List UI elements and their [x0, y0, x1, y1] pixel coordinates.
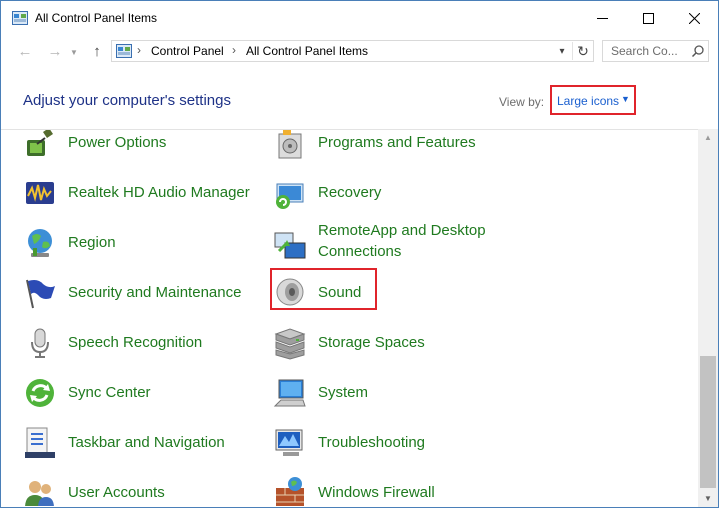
window-title: All Control Panel Items: [35, 11, 158, 25]
breadcrumb-control-panel[interactable]: Control Panel: [151, 44, 224, 58]
address-bar[interactable]: › Control Panel › All Control Panel Item…: [111, 40, 594, 62]
item-label: Troubleshooting: [318, 434, 426, 451]
back-arrow-icon[interactable]: ←: [16, 42, 34, 60]
search-input[interactable]: Search Co...: [602, 40, 709, 62]
item-storage-spaces[interactable]: Storage Spaces: [273, 326, 533, 366]
item-label: Programs and Features: [318, 134, 476, 151]
item-security-maintenance[interactable]: Security and Maintenance: [23, 276, 263, 316]
item-remoteapp-desktop[interactable]: RemoteApp and Desktop Connections: [273, 222, 553, 270]
page-title: Adjust your computer's settings: [23, 92, 231, 109]
breadcrumb-all-items[interactable]: All Control Panel Items: [246, 44, 368, 58]
firewall-icon: [276, 477, 304, 506]
minimize-icon: [596, 17, 608, 19]
item-label: Realtek HD Audio Manager: [68, 184, 250, 201]
control-panel-window: All Control Panel Items ← → ▼ ↑ › Contro…: [0, 0, 719, 508]
item-label: System: [318, 384, 369, 401]
item-label: Power Options: [68, 134, 167, 151]
power-options-icon: [27, 130, 53, 156]
address-dropdown-icon[interactable]: ▾: [553, 42, 571, 60]
security-flag-icon: [26, 279, 55, 309]
item-power-options[interactable]: Power Options: [23, 130, 263, 166]
item-label: RemoteApp and Desktop: [318, 222, 486, 239]
storage-spaces-icon: [274, 328, 306, 360]
item-realtek-audio[interactable]: Realtek HD Audio Manager: [23, 176, 263, 216]
item-programs-features[interactable]: Programs and Features: [273, 130, 533, 166]
item-windows-firewall[interactable]: Windows Firewall: [273, 476, 533, 506]
close-icon: [688, 12, 700, 24]
control-panel-items: Power Options Realtek HD Audio Manager R…: [1, 129, 698, 506]
item-sync-center[interactable]: Sync Center: [23, 376, 263, 416]
item-label: Taskbar and Navigation: [68, 434, 225, 451]
programs-features-icon: [278, 130, 302, 159]
maximize-button[interactable]: [625, 1, 671, 35]
close-button[interactable]: [671, 1, 717, 35]
view-by-label: View by:: [499, 95, 545, 109]
refresh-icon[interactable]: ↻: [572, 42, 593, 60]
chevron-down-icon: ▼: [621, 94, 630, 104]
search-placeholder: Search Co...: [611, 44, 678, 58]
sound-highlight-box: [270, 268, 377, 310]
recent-locations-chevron-icon[interactable]: ▼: [70, 48, 78, 57]
user-accounts-icon: [25, 481, 54, 506]
breadcrumb-separator-icon: ›: [137, 43, 141, 57]
control-panel-icon: [12, 11, 28, 25]
troubleshooting-icon: [275, 429, 303, 456]
breadcrumb-separator-icon: ›: [232, 43, 236, 57]
up-arrow-icon[interactable]: ↑: [88, 42, 106, 60]
realtek-audio-icon: [26, 182, 54, 204]
item-region[interactable]: Region: [23, 226, 263, 266]
item-label: User Accounts: [68, 484, 165, 501]
view-by-dropdown[interactable]: Large icons ▼: [550, 85, 636, 115]
item-taskbar-navigation[interactable]: Taskbar and Navigation: [23, 426, 263, 466]
item-label: Speech Recognition: [68, 334, 203, 351]
scroll-up-icon[interactable]: ▲: [698, 129, 718, 146]
item-user-accounts[interactable]: User Accounts: [23, 476, 263, 506]
vertical-scrollbar[interactable]: ▲ ▼: [698, 129, 718, 507]
item-label: Sync Center: [68, 384, 151, 401]
item-label: Region: [68, 234, 116, 251]
search-icon: [691, 45, 704, 58]
region-globe-icon: [28, 229, 52, 257]
navigation-bar: ← → ▼ ↑ › Control Panel › All Control Pa…: [1, 35, 718, 68]
maximize-icon: [642, 12, 654, 24]
title-bar: All Control Panel Items: [1, 1, 718, 35]
item-label: Windows Firewall: [318, 484, 435, 501]
microphone-icon: [31, 328, 49, 358]
taskbar-icon: [25, 427, 55, 458]
item-label: Security and Maintenance: [68, 284, 242, 301]
item-label-line2: Connections: [318, 243, 402, 260]
item-label: Recovery: [318, 184, 382, 201]
item-speech-recognition[interactable]: Speech Recognition: [23, 326, 263, 366]
item-recovery[interactable]: Recovery: [273, 176, 533, 216]
control-panel-icon: [116, 44, 132, 58]
view-by-value: Large icons: [557, 94, 620, 108]
remoteapp-icon: [274, 232, 306, 259]
sync-center-icon: [26, 379, 54, 407]
scroll-down-icon[interactable]: ▼: [698, 490, 718, 507]
minimize-button[interactable]: [579, 1, 625, 35]
item-troubleshooting[interactable]: Troubleshooting: [273, 426, 533, 466]
scroll-thumb[interactable]: [700, 356, 716, 488]
item-label: Storage Spaces: [318, 334, 425, 351]
recovery-icon: [276, 183, 304, 209]
system-monitor-icon: [273, 379, 306, 407]
forward-arrow-icon[interactable]: →: [46, 42, 64, 60]
item-system[interactable]: System: [273, 376, 533, 416]
